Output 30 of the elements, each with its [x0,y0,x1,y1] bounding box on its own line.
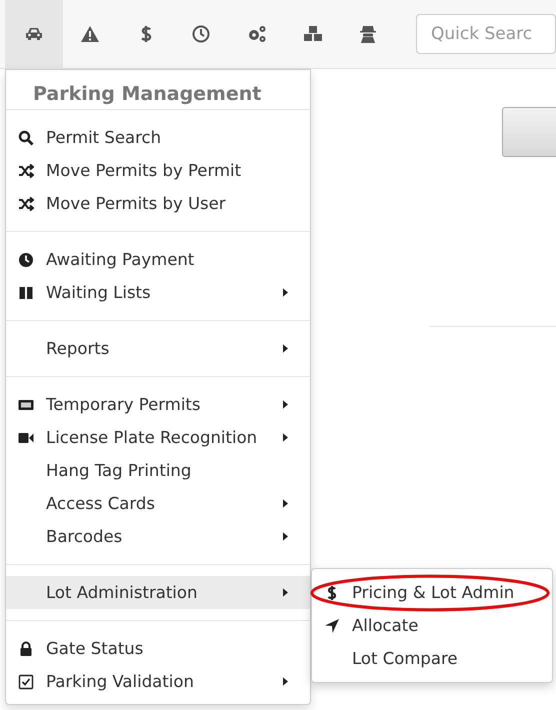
toolbar-tab[interactable] [5,0,62,68]
menu-item[interactable]: Gate Status [6,632,310,665]
search-icon [18,130,34,146]
menu-item[interactable]: License Plate Recognition [6,421,310,454]
clock-icon [191,24,212,44]
menu-item[interactable]: Access Cards [6,487,310,520]
checkbox-icon [18,674,34,690]
shuffle-icon [18,162,34,178]
menu-title: Parking Management [32,82,262,107]
menu-item[interactable]: Hang Tag Printing [6,454,310,487]
quick-search-field[interactable]: Quick Searc [416,14,556,54]
warning-icon [80,24,100,44]
columns-icon [18,284,34,300]
menu-item[interactable]: Reports [6,332,310,365]
cubes-icon [302,24,323,44]
menu-item[interactable]: Move Permits by Permit [6,154,310,187]
clock-icon [18,252,34,268]
menu-item[interactable]: Barcodes [6,520,310,553]
menu-item[interactable]: Temporary Permits [6,388,310,421]
menu-item[interactable]: Awaiting Payment [6,243,310,276]
submenu-item[interactable]: Lot Compare [312,642,552,675]
location-arrow-icon [324,618,340,634]
menu-item[interactable]: Move Permits by User [6,187,310,220]
submenu-item[interactable]: Pricing & Lot Admin [312,576,552,609]
menu-item[interactable]: Waiting Lists [6,276,310,309]
lock-icon [18,640,34,656]
menu-item[interactable]: Parking Validation [6,665,310,698]
menu-item[interactable]: Permit Search [6,121,310,154]
shuffle-icon [18,196,34,212]
submenu-item[interactable]: Allocate [312,609,552,642]
